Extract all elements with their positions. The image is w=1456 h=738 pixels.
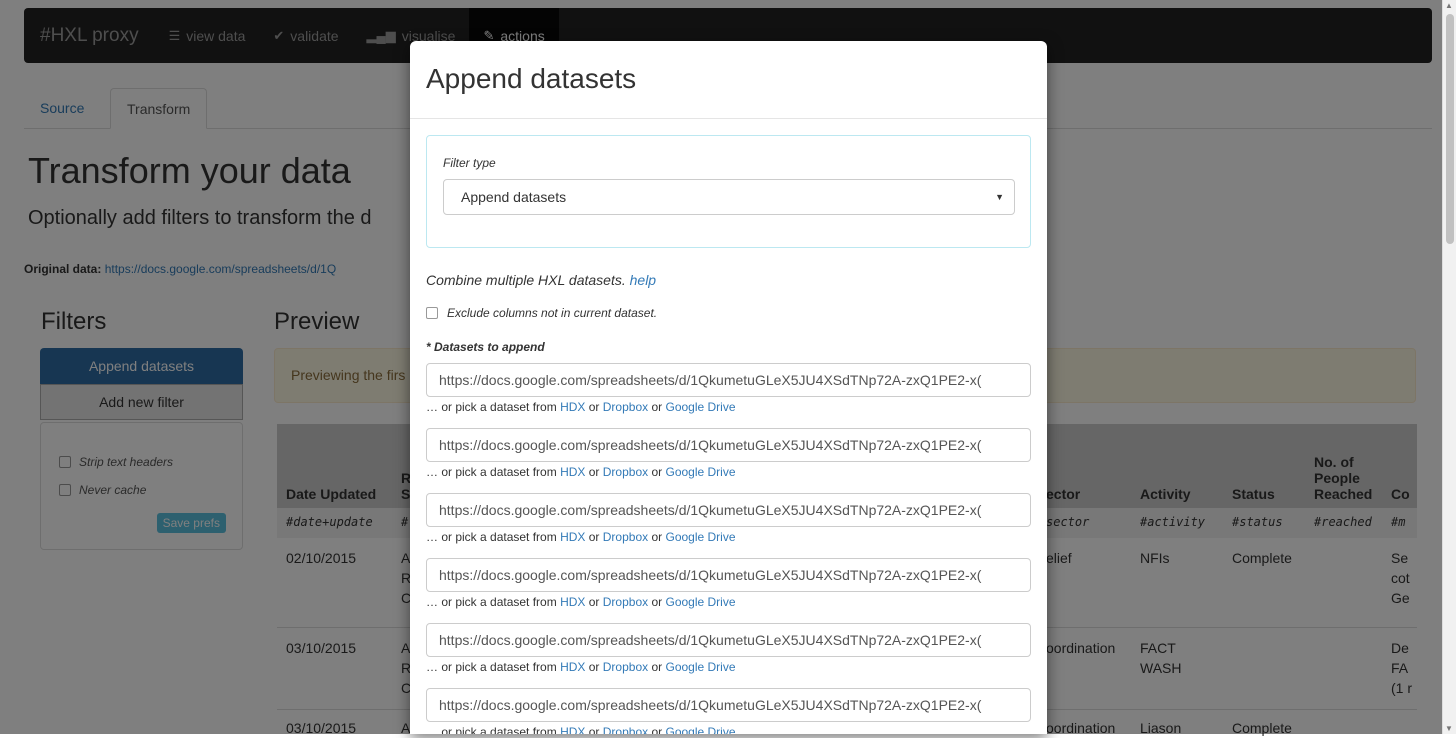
filter-description-text: Combine multiple HXL datasets. — [426, 272, 626, 288]
pick-or-text: or — [588, 725, 600, 734]
pick-or-text: or — [588, 530, 600, 544]
caret-down-icon: ▼ — [995, 192, 1004, 202]
dataset-url-input[interactable]: https://docs.google.com/spreadsheets/d/1… — [426, 623, 1031, 657]
pick-google-drive-link[interactable]: Google Drive — [665, 465, 735, 479]
pick-or-text: or — [651, 400, 663, 414]
pick-or-text: or — [588, 660, 600, 674]
scroll-up-arrow-icon[interactable]: ▲ — [1445, 1, 1453, 10]
pick-dropbox-link[interactable]: Dropbox — [603, 725, 648, 734]
pick-hdx-link[interactable]: HDX — [560, 660, 585, 674]
datasets-to-append-label: * Datasets to append — [426, 340, 545, 354]
page-scrollbar[interactable]: ▲ ▼ — [1442, 0, 1456, 734]
pick-hdx-link[interactable]: HDX — [560, 725, 585, 734]
modal-header-divider — [410, 118, 1047, 119]
filter-description: Combine multiple HXL datasets. help — [426, 272, 656, 288]
dataset-picker-line: … or pick a dataset from HDX or Dropbox … — [426, 660, 736, 674]
pick-prefix-text: … or pick a dataset from — [426, 530, 557, 544]
pick-prefix-text: … or pick a dataset from — [426, 465, 557, 479]
pick-prefix-text: … or pick a dataset from — [426, 595, 557, 609]
pick-google-drive-link[interactable]: Google Drive — [665, 725, 735, 734]
filter-type-label: Filter type — [443, 156, 496, 170]
pick-or-text: or — [588, 465, 600, 479]
filter-type-panel: Filter type Append datasets ▼ — [426, 135, 1031, 248]
pick-prefix-text: … or pick a dataset from — [426, 400, 557, 414]
filter-type-select[interactable]: Append datasets ▼ — [443, 179, 1015, 215]
dataset-picker-line: … or pick a dataset from HDX or Dropbox … — [426, 465, 736, 479]
pick-dropbox-link[interactable]: Dropbox — [603, 400, 648, 414]
dataset-picker-line: … or pick a dataset from HDX or Dropbox … — [426, 595, 736, 609]
dataset-picker-line: … or pick a dataset from HDX or Dropbox … — [426, 530, 736, 544]
pick-or-text: or — [651, 595, 663, 609]
pick-dropbox-link[interactable]: Dropbox — [603, 465, 648, 479]
filter-type-value: Append datasets — [461, 189, 567, 205]
dataset-picker-line: … or pick a dataset from HDX or Dropbox … — [426, 400, 736, 414]
pick-dropbox-link[interactable]: Dropbox — [603, 660, 648, 674]
pick-or-text: or — [651, 725, 663, 734]
pick-hdx-link[interactable]: HDX — [560, 400, 585, 414]
dataset-url-input[interactable]: https://docs.google.com/spreadsheets/d/1… — [426, 428, 1031, 462]
exclude-columns-checkbox[interactable] — [426, 307, 438, 319]
pick-google-drive-link[interactable]: Google Drive — [665, 595, 735, 609]
dataset-url-input[interactable]: https://docs.google.com/spreadsheets/d/1… — [426, 558, 1031, 592]
help-link[interactable]: help — [630, 272, 656, 288]
exclude-columns-label: Exclude columns not in current dataset. — [447, 306, 658, 320]
dataset-picker-line: … or pick a dataset from HDX or Dropbox … — [426, 725, 736, 734]
pick-or-text: or — [651, 530, 663, 544]
dataset-url-input[interactable]: https://docs.google.com/spreadsheets/d/1… — [426, 363, 1031, 397]
scroll-down-arrow-icon[interactable]: ▼ — [1445, 724, 1453, 733]
pick-google-drive-link[interactable]: Google Drive — [665, 530, 735, 544]
scrollbar-thumb[interactable] — [1446, 14, 1454, 244]
pick-or-text: or — [588, 400, 600, 414]
pick-or-text: or — [651, 660, 663, 674]
pick-or-text: or — [588, 595, 600, 609]
pick-hdx-link[interactable]: HDX — [560, 465, 585, 479]
pick-or-text: or — [651, 465, 663, 479]
pick-google-drive-link[interactable]: Google Drive — [665, 400, 735, 414]
dataset-url-input[interactable]: https://docs.google.com/spreadsheets/d/1… — [426, 493, 1031, 527]
pick-prefix-text: … or pick a dataset from — [426, 725, 557, 734]
dataset-url-input[interactable]: https://docs.google.com/spreadsheets/d/1… — [426, 688, 1031, 722]
exclude-columns-row[interactable]: Exclude columns not in current dataset. — [426, 306, 657, 320]
pick-dropbox-link[interactable]: Dropbox — [603, 530, 648, 544]
pick-hdx-link[interactable]: HDX — [560, 530, 585, 544]
modal-title: Append datasets — [426, 63, 637, 94]
pick-prefix-text: … or pick a dataset from — [426, 660, 557, 674]
append-datasets-modal: Append datasets Filter type Append datas… — [410, 41, 1047, 734]
pick-google-drive-link[interactable]: Google Drive — [665, 660, 735, 674]
pick-hdx-link[interactable]: HDX — [560, 595, 585, 609]
pick-dropbox-link[interactable]: Dropbox — [603, 595, 648, 609]
